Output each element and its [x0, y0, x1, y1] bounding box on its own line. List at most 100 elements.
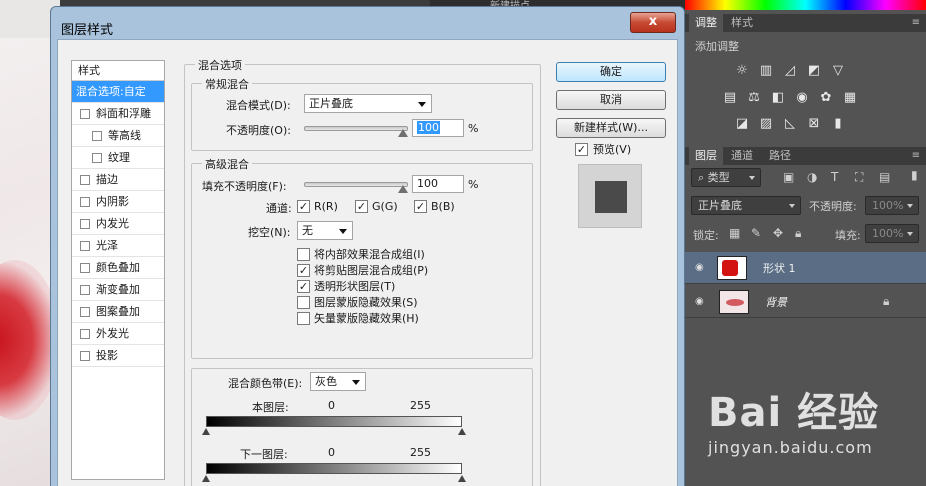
- fill-opacity-slider-handle[interactable]: [398, 185, 408, 193]
- tab-adjustments[interactable]: 调整: [689, 14, 723, 32]
- ok-button[interactable]: 确定: [556, 62, 666, 82]
- style-item[interactable]: 描边: [72, 169, 164, 191]
- advanced-option-checkbox[interactable]: ✓ 将剪贴图层混合成组(P): [297, 263, 428, 279]
- underlying-black-handle[interactable]: [202, 475, 210, 482]
- style-checkbox[interactable]: [80, 307, 90, 317]
- layers-tabbar: 图层 通道 路径 ≡: [685, 147, 926, 165]
- style-checkbox[interactable]: [80, 329, 90, 339]
- layer-opacity-input[interactable]: 100%: [865, 196, 919, 215]
- opacity-slider[interactable]: [304, 126, 408, 131]
- threshold-icon[interactable]: ◺: [781, 116, 799, 132]
- channel-mixer-icon[interactable]: ✿: [817, 90, 835, 106]
- advanced-option-label: 矢量蒙版隐藏效果(H): [314, 312, 419, 325]
- filter-adjustment-icon[interactable]: ◑: [807, 170, 817, 184]
- fill-opacity-input[interactable]: 100: [412, 175, 464, 193]
- gradient-map-icon[interactable]: ▮: [829, 116, 847, 132]
- style-item[interactable]: 外发光: [72, 323, 164, 345]
- hue-saturation-icon[interactable]: ▤: [721, 90, 739, 106]
- tab-styles[interactable]: 样式: [725, 14, 759, 32]
- curves-icon[interactable]: ◿: [781, 63, 799, 79]
- close-button[interactable]: x: [630, 12, 676, 33]
- panel-menu-icon[interactable]: ≡: [912, 150, 920, 161]
- preview-checkbox[interactable]: ✓ 预览(V): [575, 142, 631, 158]
- style-item[interactable]: 混合选项:自定: [72, 81, 164, 103]
- color-lookup-icon[interactable]: ▦: [841, 90, 859, 106]
- lock-paint-icon[interactable]: ✎: [751, 226, 761, 240]
- photo-filter-icon[interactable]: ◉: [793, 90, 811, 106]
- knockout-select[interactable]: 无: [297, 221, 353, 240]
- color-balance-icon[interactable]: ⚖: [745, 90, 763, 106]
- style-item[interactable]: 颜色叠加: [72, 257, 164, 279]
- exposure-icon[interactable]: ◩: [805, 63, 823, 79]
- chevron-down-icon: [907, 232, 913, 236]
- style-item[interactable]: 内阴影: [72, 191, 164, 213]
- brightness-icon[interactable]: ☼: [733, 63, 751, 79]
- opacity-slider-handle[interactable]: [398, 129, 408, 137]
- invert-icon[interactable]: ◪: [733, 116, 751, 132]
- blend-mode-select[interactable]: 正片叠底: [304, 94, 432, 113]
- style-checkbox[interactable]: [80, 109, 90, 119]
- style-checkbox[interactable]: [80, 241, 90, 251]
- selective-color-icon[interactable]: ⊠: [805, 116, 823, 132]
- style-checkbox[interactable]: [80, 197, 90, 207]
- lock-transparent-icon[interactable]: ▦: [729, 226, 740, 240]
- filter-toggle-icon[interactable]: ▮: [911, 168, 918, 182]
- style-item[interactable]: 渐变叠加: [72, 279, 164, 301]
- layer-opacity-label: 不透明度:: [809, 200, 857, 213]
- tab-layers[interactable]: 图层: [689, 147, 723, 165]
- blend-if-select[interactable]: 灰色: [310, 372, 366, 391]
- style-checkbox[interactable]: [80, 285, 90, 295]
- style-checkbox[interactable]: [80, 175, 90, 185]
- style-item[interactable]: 投影: [72, 345, 164, 367]
- style-checkbox[interactable]: [80, 351, 90, 361]
- filter-shape-icon[interactable]: ⛶: [855, 170, 863, 185]
- posterize-icon[interactable]: ▨: [757, 116, 775, 132]
- cancel-button[interactable]: 取消: [556, 90, 666, 110]
- style-checkbox[interactable]: [80, 263, 90, 273]
- fill-opacity-slider[interactable]: [304, 182, 408, 187]
- channel-r-checkbox[interactable]: ✓ R(R): [297, 199, 338, 215]
- style-item[interactable]: 等高线: [72, 125, 164, 147]
- advanced-option-checkbox[interactable]: ✓ 透明形状图层(T): [297, 279, 395, 295]
- dialog-titlebar[interactable]: 图层样式 x: [51, 7, 684, 39]
- black-white-icon[interactable]: ◧: [769, 90, 787, 106]
- filter-type-icon[interactable]: T: [831, 170, 838, 184]
- style-checkbox[interactable]: [80, 219, 90, 229]
- tab-paths[interactable]: 路径: [763, 147, 797, 165]
- layer-fill-input[interactable]: 100%: [865, 224, 919, 243]
- style-checkbox[interactable]: [92, 153, 102, 163]
- panel-menu-icon[interactable]: ≡: [912, 17, 920, 28]
- layer-filter-select[interactable]: ⌕ 类型: [691, 168, 761, 187]
- channel-g-checkbox[interactable]: ✓ G(G): [355, 199, 398, 215]
- style-item[interactable]: 纹理: [72, 147, 164, 169]
- vibrance-icon[interactable]: ▽: [829, 63, 847, 79]
- layer-row-shape[interactable]: ◉ 形状 1: [685, 252, 926, 284]
- style-item[interactable]: 内发光: [72, 213, 164, 235]
- this-layer-white-handle[interactable]: [458, 428, 466, 435]
- layer-blend-mode-select[interactable]: 正片叠底: [691, 196, 801, 215]
- advanced-option-checkbox[interactable]: 矢量蒙版隐藏效果(H): [297, 311, 419, 327]
- layer-thumbnail: [719, 290, 749, 314]
- lock-move-icon[interactable]: ✥: [773, 226, 783, 240]
- filter-pixel-icon[interactable]: ▣: [783, 170, 794, 184]
- opacity-input[interactable]: 100: [412, 119, 464, 137]
- style-item[interactable]: 图案叠加: [72, 301, 164, 323]
- style-checkbox[interactable]: [92, 131, 102, 141]
- new-style-button[interactable]: 新建样式(W)...: [556, 118, 666, 138]
- advanced-option-checkbox[interactable]: 将内部效果混合成组(I): [297, 247, 425, 263]
- channels-label: 通道:: [266, 202, 292, 215]
- styles-list: 样式 混合选项:自定 斜面和浮雕 等高线 纹理 描边 内阴影 内发光 光泽 颜色叠加 渐变叠加 图案…: [71, 60, 165, 480]
- layer-row-background[interactable]: ◉ 背景 🔒︎: [685, 286, 926, 318]
- eye-icon[interactable]: ◉: [695, 296, 707, 307]
- levels-icon[interactable]: ▥: [757, 63, 775, 79]
- filter-smart-icon[interactable]: ▤: [879, 170, 890, 184]
- channel-b-checkbox[interactable]: ✓ B(B): [414, 199, 455, 215]
- eye-icon[interactable]: ◉: [695, 262, 707, 273]
- style-item[interactable]: 光泽: [72, 235, 164, 257]
- lock-all-icon[interactable]: 🔒︎: [795, 226, 801, 241]
- style-item[interactable]: 斜面和浮雕: [72, 103, 164, 125]
- tab-channels[interactable]: 通道: [725, 147, 759, 165]
- advanced-option-checkbox[interactable]: 图层蒙版隐藏效果(S): [297, 295, 418, 311]
- underlying-white-handle[interactable]: [458, 475, 466, 482]
- this-layer-black-handle[interactable]: [202, 428, 210, 435]
